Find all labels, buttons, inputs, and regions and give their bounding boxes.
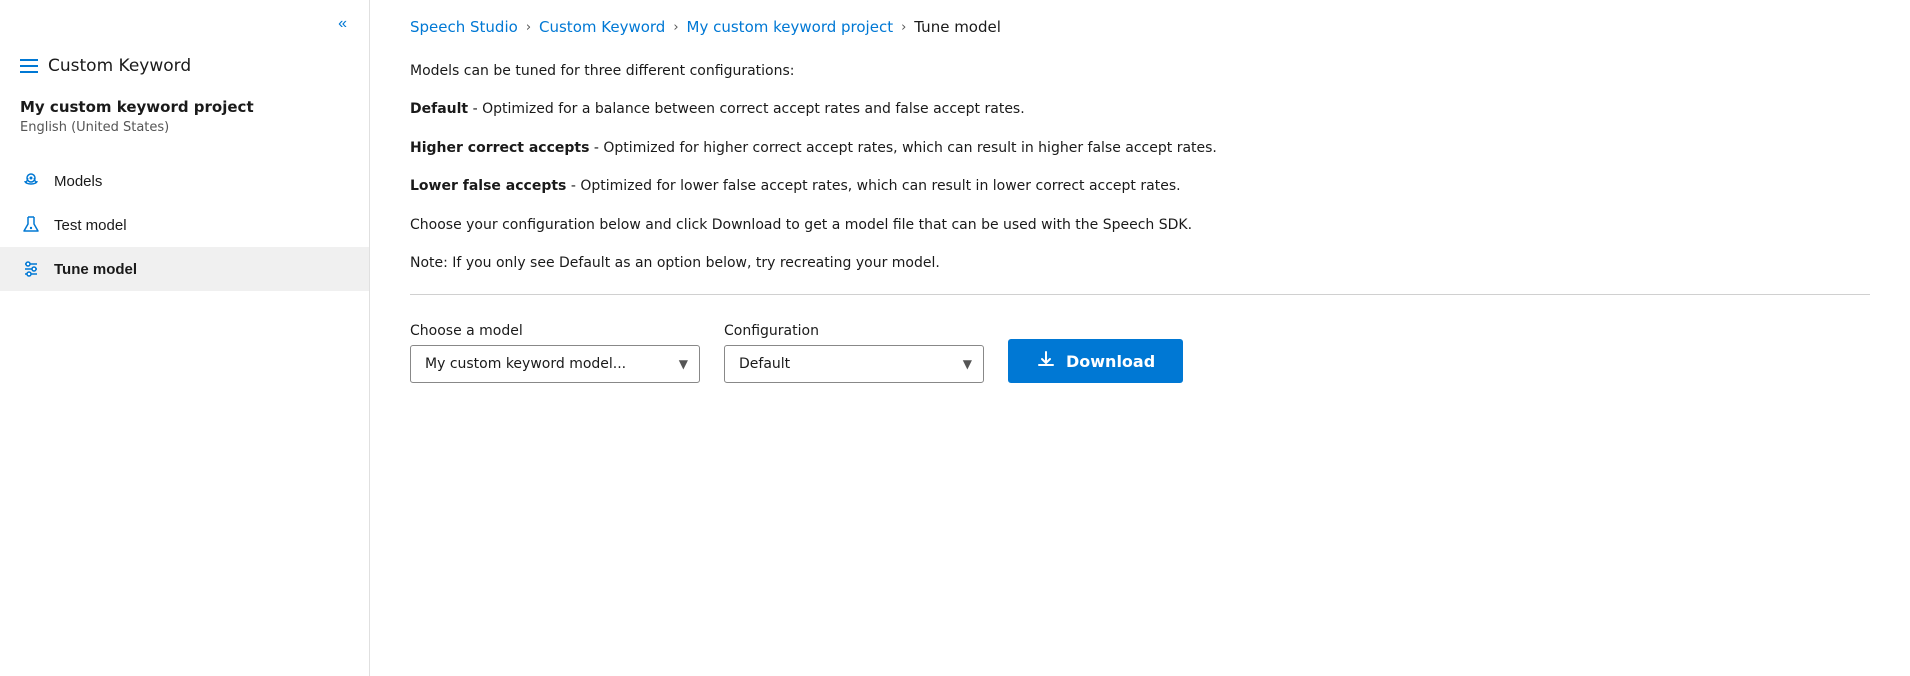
config-field: Configuration Default Higher correct acc…	[724, 323, 984, 383]
option-lower-term: Lower false accepts	[410, 178, 566, 194]
tune-icon	[20, 259, 42, 279]
breadcrumb-current: Tune model	[914, 18, 1001, 36]
model-field: Choose a model My custom keyword model..…	[410, 323, 700, 383]
app-title-label: Custom Keyword	[48, 56, 191, 76]
divider	[410, 294, 1870, 295]
option-default: Default - Optimized for a balance betwee…	[410, 98, 1870, 120]
sidebar-item-test-model-label: Test model	[54, 217, 127, 234]
breadcrumb-speech-studio[interactable]: Speech Studio	[410, 18, 518, 36]
download-button[interactable]: Download	[1008, 339, 1183, 383]
option-lower: Lower false accepts - Optimized for lowe…	[410, 175, 1870, 197]
sidebar-item-tune-model[interactable]: Tune model	[0, 247, 369, 291]
sidebar-item-test-model[interactable]: Test model	[0, 203, 369, 247]
option-default-desc: - Optimized for a balance between correc…	[468, 101, 1025, 117]
model-label: Choose a model	[410, 323, 700, 339]
choose-paragraph: Choose your configuration below and clic…	[410, 214, 1870, 236]
breadcrumb-sep-1: ›	[526, 20, 531, 35]
form-area: Choose a model My custom keyword model..…	[410, 323, 1870, 383]
sidebar-item-models[interactable]: Models	[0, 159, 369, 203]
sidebar-item-tune-model-label: Tune model	[54, 261, 137, 278]
breadcrumb-project[interactable]: My custom keyword project	[687, 18, 894, 36]
sidebar-collapse-button[interactable]: «	[332, 14, 353, 34]
sidebar-app-title: Custom Keyword	[0, 44, 369, 94]
hamburger-icon[interactable]	[20, 59, 38, 73]
model-select-wrapper: My custom keyword model... ▼	[410, 345, 700, 383]
config-label: Configuration	[724, 323, 984, 339]
option-default-term: Default	[410, 101, 468, 117]
project-name: My custom keyword project	[20, 98, 349, 116]
intro-paragraph: Models can be tuned for three different …	[410, 60, 1870, 82]
download-icon	[1036, 349, 1056, 374]
breadcrumb: Speech Studio › Custom Keyword › My cust…	[410, 0, 1870, 60]
sidebar: « Custom Keyword My custom keyword proje…	[0, 0, 370, 676]
breadcrumb-sep-3: ›	[901, 20, 906, 35]
models-icon	[20, 171, 42, 191]
config-select-wrapper: Default Higher correct accepts Lower fal…	[724, 345, 984, 383]
note-paragraph: Note: If you only see Default as an opti…	[410, 252, 1870, 274]
option-higher: Higher correct accepts - Optimized for h…	[410, 137, 1870, 159]
sidebar-item-models-label: Models	[54, 173, 102, 190]
project-language: English (United States)	[20, 120, 349, 135]
breadcrumb-custom-keyword[interactable]: Custom Keyword	[539, 18, 665, 36]
test-icon	[20, 215, 42, 235]
model-select[interactable]: My custom keyword model...	[410, 345, 700, 383]
option-higher-term: Higher correct accepts	[410, 140, 589, 156]
sidebar-project-section: My custom keyword project English (Unite…	[0, 94, 369, 151]
option-lower-desc: - Optimized for lower false accept rates…	[566, 178, 1180, 194]
option-higher-desc: - Optimized for higher correct accept ra…	[589, 140, 1216, 156]
main-content: Speech Studio › Custom Keyword › My cust…	[370, 0, 1910, 676]
sidebar-nav: Models Test model	[0, 159, 369, 291]
download-label: Download	[1066, 352, 1155, 371]
content-body: Models can be tuned for three different …	[410, 60, 1870, 646]
config-select[interactable]: Default Higher correct accepts Lower fal…	[724, 345, 984, 383]
breadcrumb-sep-2: ›	[673, 20, 678, 35]
sidebar-collapse-bar: «	[0, 0, 369, 44]
